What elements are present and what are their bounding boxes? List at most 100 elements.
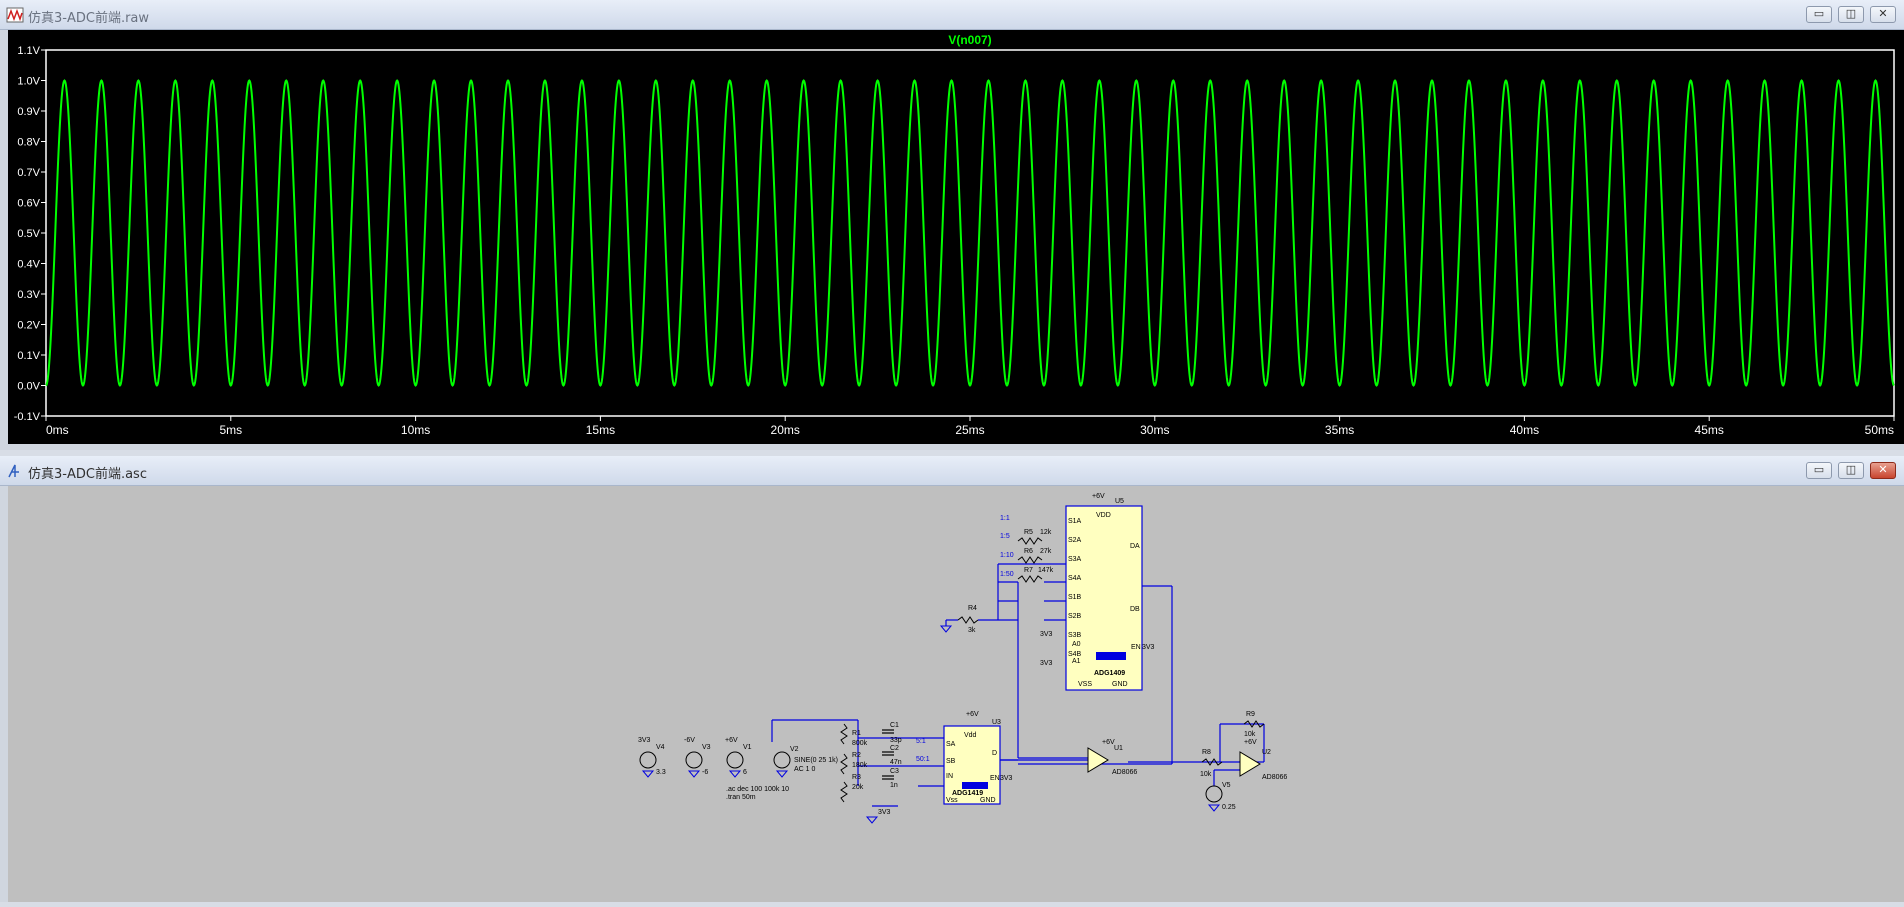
schematic-drawing[interactable]: U5 +6V VDD S1A S2A S3A S4A S1B S2B S3B S… [8,486,1904,902]
r6-value: 27k [1040,548,1052,555]
r2-value: 180k [852,762,868,769]
mux-label-5: 5:1 [916,738,926,745]
v3-net: -6V [684,737,695,744]
y-tick-label: 1.1V [17,45,40,57]
x-tick-label: 15ms [586,423,615,437]
y-tick-label: 0.1V [17,350,40,362]
y-tick-label: 0.7V [17,167,40,179]
c1-value: 33p [890,737,902,744]
u5-supply: +6V [1092,493,1105,500]
plot-frame [45,49,1895,417]
u5-vss: VSS [1078,681,1092,688]
u5-s1b: S1B [1068,594,1082,601]
close-button[interactable]: ✕ [1870,462,1896,479]
waveform-viewer-window: 仿真3-ADC前端.raw ▭ ◫ ✕ V(n007) 1.1V 1.0V 0.9V… [0,0,1904,450]
u3-en: EN [990,775,1000,782]
minimize-button[interactable]: ▭ [1806,6,1832,23]
maximize-button[interactable]: ◫ [1838,462,1864,479]
u5-s3b: S3B [1068,632,1082,639]
maximize-button[interactable]: ◫ [1838,6,1864,23]
u1-part: AD8066 [1112,769,1137,776]
y-tick-label: 0.3V [17,289,40,301]
u5-s2b: S2B [1068,613,1082,620]
u5-da: DA [1130,543,1140,550]
close-button[interactable]: ✕ [1870,6,1896,23]
u2-supply: +6V [1244,739,1257,746]
u1-ad8066[interactable]: +6V U1 AD8066 [1087,739,1137,776]
x-tick-label: 0ms [46,423,69,437]
minimize-button[interactable]: ▭ [1806,462,1832,479]
x-tick-label: 45ms [1695,423,1724,437]
v4-ref: V4 [656,744,665,751]
v1-net: +6V [725,737,738,744]
mux-label-50: 50:1 [916,756,930,763]
r3-ref: R3 [852,774,861,781]
x-tick-label: 40ms [1510,423,1539,437]
y-tick-label: 0.2V [17,320,40,332]
trace-v-n007[interactable] [45,79,1895,387]
x-tick-label: 35ms [1325,423,1354,437]
y-axis: 1.1V 1.0V 0.9V 0.8V 0.7V 0.6V 0.5V 0.4V 0.3V 0.2V… [14,45,46,423]
v5-value: 0.25 [1222,804,1236,811]
r4-ref: R4 [968,605,977,612]
u1-ref: U1 [1114,745,1123,752]
v3-value: -6 [702,769,708,776]
y-tick-label: 0.8V [17,137,40,149]
r8-value: 10k [1200,771,1212,778]
u2-ref: U2 [1262,749,1271,756]
u5-adg1409[interactable]: U5 +6V VDD S1A S2A S3A S4A S1B S2B S3B S… [1040,493,1155,691]
r5-value: 12k [1040,529,1052,536]
waveform-viewer-titlebar[interactable]: 仿真3-ADC前端.raw ▭ ◫ ✕ [0,0,1904,30]
u3-part: ADG1419 [952,790,983,797]
u5-a0: A0 [1072,641,1081,648]
ratio-label-10: 1:10 [1000,552,1014,559]
schematic-canvas[interactable]: U5 +6V VDD S1A S2A S3A S4A S1B S2B S3B S… [8,486,1904,902]
y-tick-label: 0.6V [17,198,40,210]
u5-a1: A1 [1072,658,1081,665]
u5-s2a: S2A [1068,537,1082,544]
trace-label[interactable]: V(n007) [948,33,991,47]
waveform-chart[interactable]: V(n007) 1.1V 1.0V 0.9V 0.8V 0.7V 0.6V 0.5V 0.4V… [8,30,1904,444]
v2-value: SINE(0 25 1k) [794,757,838,764]
c2-ref: C2 [890,745,899,752]
ratio-label-1: 1:1 [1000,515,1010,522]
schematic-editor-window: 仿真3-ADC前端.asc ▭ ◫ ✕ U5 +6V VDD S1A S2A S… [0,456,1904,902]
c3-ref: C3 [890,768,899,775]
y-tick-label: 0.0V [17,381,40,393]
u5-a1-net: 3V3 [1040,660,1053,667]
y-tick-label: -0.1V [14,411,41,423]
r8-ref: R8 [1202,749,1211,756]
r7-ref: R7 [1024,567,1033,574]
plot-area[interactable]: V(n007) 1.1V 1.0V 0.9V 0.8V 0.7V 0.6V 0.5V 0.4V… [8,30,1904,444]
c2-value: 47n [890,759,902,766]
waveform-icon [6,7,24,23]
x-tick-label: 25ms [955,423,984,437]
u3-en-net: 3V3 [1000,775,1013,782]
r1-ref: R1 [852,730,861,737]
u5-en-net: 3V3 [1142,644,1155,651]
r6-ref: R6 [1024,548,1033,555]
v1-ref: V1 [743,744,752,751]
schematic-icon [8,464,19,478]
x-tick-label: 5ms [219,423,242,437]
u5-ref: U5 [1115,498,1124,505]
u3-vss: Vss [946,797,958,804]
y-tick-label: 0.4V [17,259,40,271]
schematic-editor-titlebar[interactable]: 仿真3-ADC前端.asc ▭ ◫ ✕ [0,456,1904,486]
x-tick-label: 20ms [771,423,800,437]
u5-gnd: GND [1112,681,1128,688]
v2-ac: AC 1 0 [794,766,816,773]
tran-directive[interactable]: .tran 50m [726,794,756,801]
waveform-viewer-title: 仿真3-ADC前端.raw [28,11,150,26]
u2-part: AD8066 [1262,774,1287,781]
schematic-editor-title: 仿真3-ADC前端.asc [28,467,147,482]
y-tick-label: 0.5V [17,228,40,240]
ac-directive[interactable]: .ac dec 100 100k 10 [726,786,789,793]
r9-value: 10k [1244,731,1256,738]
r5-ref: R5 [1024,529,1033,536]
v3-ref: V3 [702,744,711,751]
u5-s4a: S4A [1068,575,1082,582]
u5-part: ADG1409 [1094,670,1125,677]
r3-value: 20k [852,784,864,791]
v4-net: 3V3 [638,737,651,744]
